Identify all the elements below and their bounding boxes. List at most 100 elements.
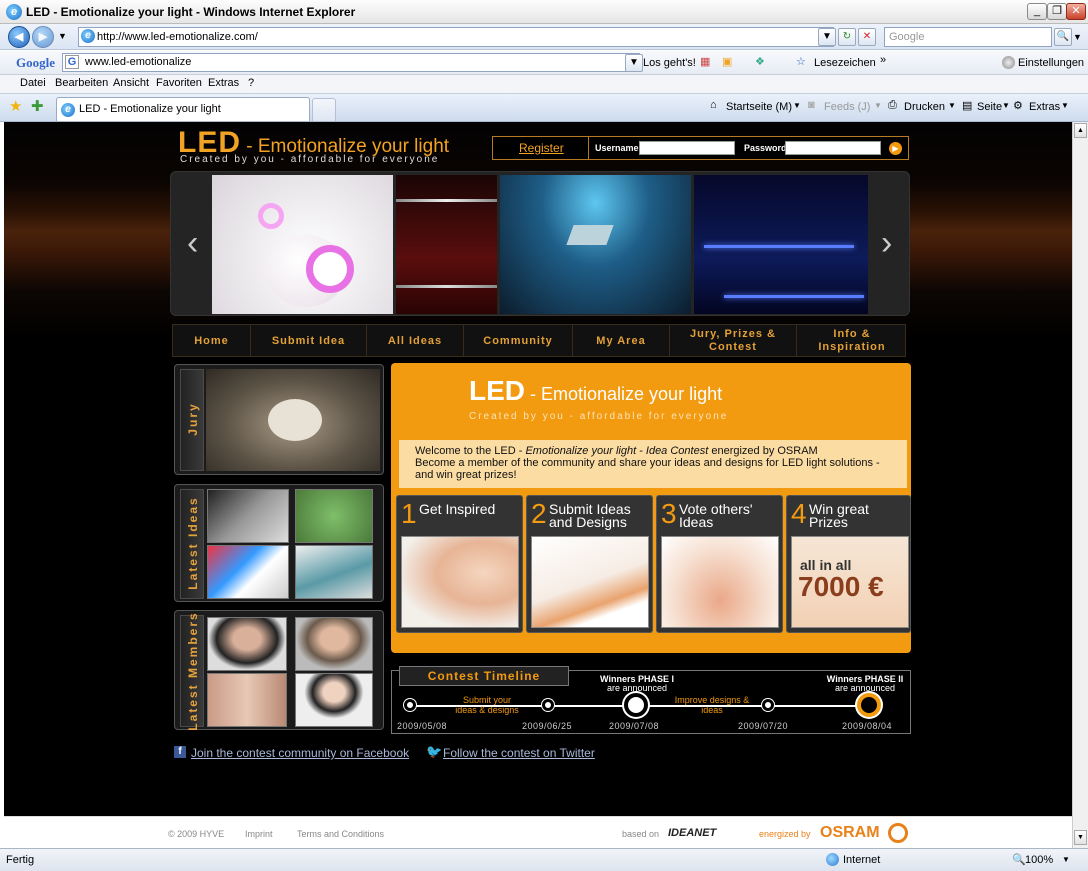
idea-thumb-4[interactable] xyxy=(295,545,373,599)
home-icon[interactable]: ⌂ xyxy=(710,99,717,111)
page-dropdown-icon[interactable]: ▼ xyxy=(1002,101,1010,110)
bookmarks-button[interactable]: Lesezeichen xyxy=(814,57,876,69)
slider-prev-button[interactable]: ‹ xyxy=(187,226,198,260)
bookmarks-star-icon[interactable]: ☆ xyxy=(796,55,806,68)
osram-logo[interactable]: OSRAM xyxy=(820,824,880,842)
zoom-level[interactable]: 100% xyxy=(1025,854,1053,866)
back-button[interactable]: ◀ xyxy=(8,26,30,48)
close-window-button[interactable]: ✕ xyxy=(1066,3,1086,20)
scroll-down-button[interactable]: ▼ xyxy=(1074,830,1087,845)
tools-dropdown-icon[interactable]: ▼ xyxy=(1061,101,1069,110)
step-3-number: 3 xyxy=(661,498,677,529)
favorites-star-icon[interactable]: ★ xyxy=(9,97,22,115)
latest-members-tab[interactable]: Latest Members xyxy=(180,611,204,731)
login-submit-button[interactable]: ▶ xyxy=(889,142,902,155)
latest-ideas-tab[interactable]: Latest Ideas xyxy=(180,489,204,599)
address-input[interactable]: e http://www.led-emotionalize.com/ xyxy=(78,27,834,47)
home-dropdown-icon[interactable]: ▼ xyxy=(793,101,801,110)
nav-community[interactable]: Community xyxy=(464,325,573,357)
register-link[interactable]: Register xyxy=(519,141,564,155)
stop-button[interactable]: ✕ xyxy=(858,28,876,46)
forward-button[interactable]: ▶ xyxy=(32,26,54,48)
scroll-up-button[interactable]: ▲ xyxy=(1074,123,1087,138)
username-input[interactable] xyxy=(639,141,735,155)
twitter-link[interactable]: Follow the contest on Twitter xyxy=(443,746,595,760)
menu-help[interactable]: ? xyxy=(248,77,254,89)
tools-button[interactable]: Extras xyxy=(1029,101,1060,113)
settings-icon[interactable] xyxy=(1002,56,1015,69)
feeds-button[interactable]: Feeds (J) xyxy=(824,101,870,113)
google-search-input[interactable]: G www.led-emotionalize xyxy=(62,53,640,72)
menu-ansicht[interactable]: Ansicht xyxy=(113,77,149,89)
nav-jury-prizes-contest[interactable]: Jury, Prizes & Contest xyxy=(670,325,797,357)
nav-home[interactable]: Home xyxy=(173,325,251,357)
page-button[interactable]: Seite xyxy=(977,101,1002,113)
zoom-icon[interactable]: 🔍 xyxy=(1012,853,1026,866)
address-dropdown-button[interactable]: ▼ xyxy=(818,28,836,46)
nav-all-ideas[interactable]: All Ideas xyxy=(367,325,464,357)
menu-extras[interactable]: Extras xyxy=(208,77,239,89)
search-options-icon[interactable]: ▼ xyxy=(1073,32,1082,42)
menu-bearbeiten[interactable]: Bearbeiten xyxy=(55,77,108,89)
idea-thumb-2[interactable] xyxy=(295,489,373,543)
new-tab-button[interactable] xyxy=(312,98,336,121)
minimize-button[interactable]: _ xyxy=(1027,3,1047,20)
page-icon[interactable]: ▤ xyxy=(962,99,972,112)
zoom-dropdown-icon[interactable]: ▼ xyxy=(1062,855,1070,864)
print-icon[interactable]: ⎙ xyxy=(888,99,897,112)
history-dropdown-icon[interactable]: ▼ xyxy=(58,31,67,41)
password-input[interactable] xyxy=(785,141,881,155)
jury-tab[interactable]: Jury xyxy=(180,369,204,471)
slide-lamp-globes[interactable] xyxy=(212,175,393,314)
step-win-prizes[interactable]: 4 Win great Prizes all in all 7000 € xyxy=(786,495,911,633)
feeds-dropdown-icon[interactable]: ▼ xyxy=(874,101,882,110)
nav-submit-idea[interactable]: Submit Idea xyxy=(251,325,367,357)
google-apps-icon[interactable]: ❖ xyxy=(755,55,765,68)
footer-imprint-link[interactable]: Imprint xyxy=(245,829,273,839)
slide-blue-light[interactable] xyxy=(500,175,691,314)
jury-photo[interactable] xyxy=(206,369,380,471)
feeds-icon[interactable]: ◙ xyxy=(808,99,815,111)
facebook-link[interactable]: Join the contest community on Facebook xyxy=(191,746,409,760)
add-favorite-icon[interactable]: ✚ xyxy=(31,97,44,115)
step-get-inspired[interactable]: 1 Get Inspired xyxy=(396,495,523,633)
jury-panel: Jury xyxy=(174,364,384,475)
more-chevron-icon[interactable]: » xyxy=(880,54,886,66)
footer-terms-link[interactable]: Terms and Conditions xyxy=(297,829,384,839)
member-thumb-3[interactable] xyxy=(207,673,287,727)
step-vote-ideas[interactable]: 3 Vote others' Ideas xyxy=(656,495,783,633)
ideanet-logo[interactable]: IDEANET xyxy=(668,827,716,839)
tab-active[interactable]: e LED - Emotionalize your light xyxy=(56,97,310,121)
nav-my-area[interactable]: My Area xyxy=(573,325,670,357)
tools-gear-icon[interactable]: ⚙ xyxy=(1013,99,1023,112)
menu-datei[interactable]: Datei xyxy=(20,77,46,89)
home-button[interactable]: Startseite (M) xyxy=(726,101,792,113)
google-go-button[interactable]: Los geht's! xyxy=(643,57,696,69)
restore-button[interactable]: ❐ xyxy=(1047,3,1067,20)
idea-thumb-1[interactable] xyxy=(207,489,289,543)
google-dropdown-button[interactable]: ▼ xyxy=(625,54,643,72)
member-thumb-1[interactable] xyxy=(207,617,287,671)
page-scrollbar[interactable]: ▲ ▼ xyxy=(1072,122,1088,848)
search-button[interactable]: 🔍 xyxy=(1054,28,1072,46)
step-submit-ideas[interactable]: 2 Submit Ideas and Designs xyxy=(526,495,653,633)
search-input[interactable]: Google xyxy=(884,27,1052,47)
nav-info-inspiration[interactable]: Info & Inspiration xyxy=(797,325,907,357)
google-news-icon[interactable]: ▦ xyxy=(700,55,710,68)
menu-favoriten[interactable]: Favoriten xyxy=(156,77,202,89)
google-translate-icon[interactable]: ▣ xyxy=(722,55,732,68)
member-thumb-2[interactable] xyxy=(295,617,373,671)
menu-bar: Datei Bearbeiten Ansicht Favoriten Extra… xyxy=(0,75,1088,94)
idea-thumb-3[interactable] xyxy=(207,545,289,599)
step-4-label: Win great Prizes xyxy=(809,501,869,530)
member-thumb-4[interactable] xyxy=(295,673,373,727)
facebook-icon[interactable]: f xyxy=(174,746,186,758)
slide-pendant-lamp[interactable] xyxy=(396,175,497,314)
print-dropdown-icon[interactable]: ▼ xyxy=(948,101,956,110)
twitter-icon[interactable]: 🐦 xyxy=(426,744,442,760)
print-button[interactable]: Drucken xyxy=(904,101,945,113)
slide-kitchen-led[interactable] xyxy=(694,175,868,314)
settings-button[interactable]: Einstellungen xyxy=(1018,57,1084,69)
slider-next-button[interactable]: › xyxy=(881,226,892,260)
refresh-button[interactable]: ↻ xyxy=(838,28,856,46)
